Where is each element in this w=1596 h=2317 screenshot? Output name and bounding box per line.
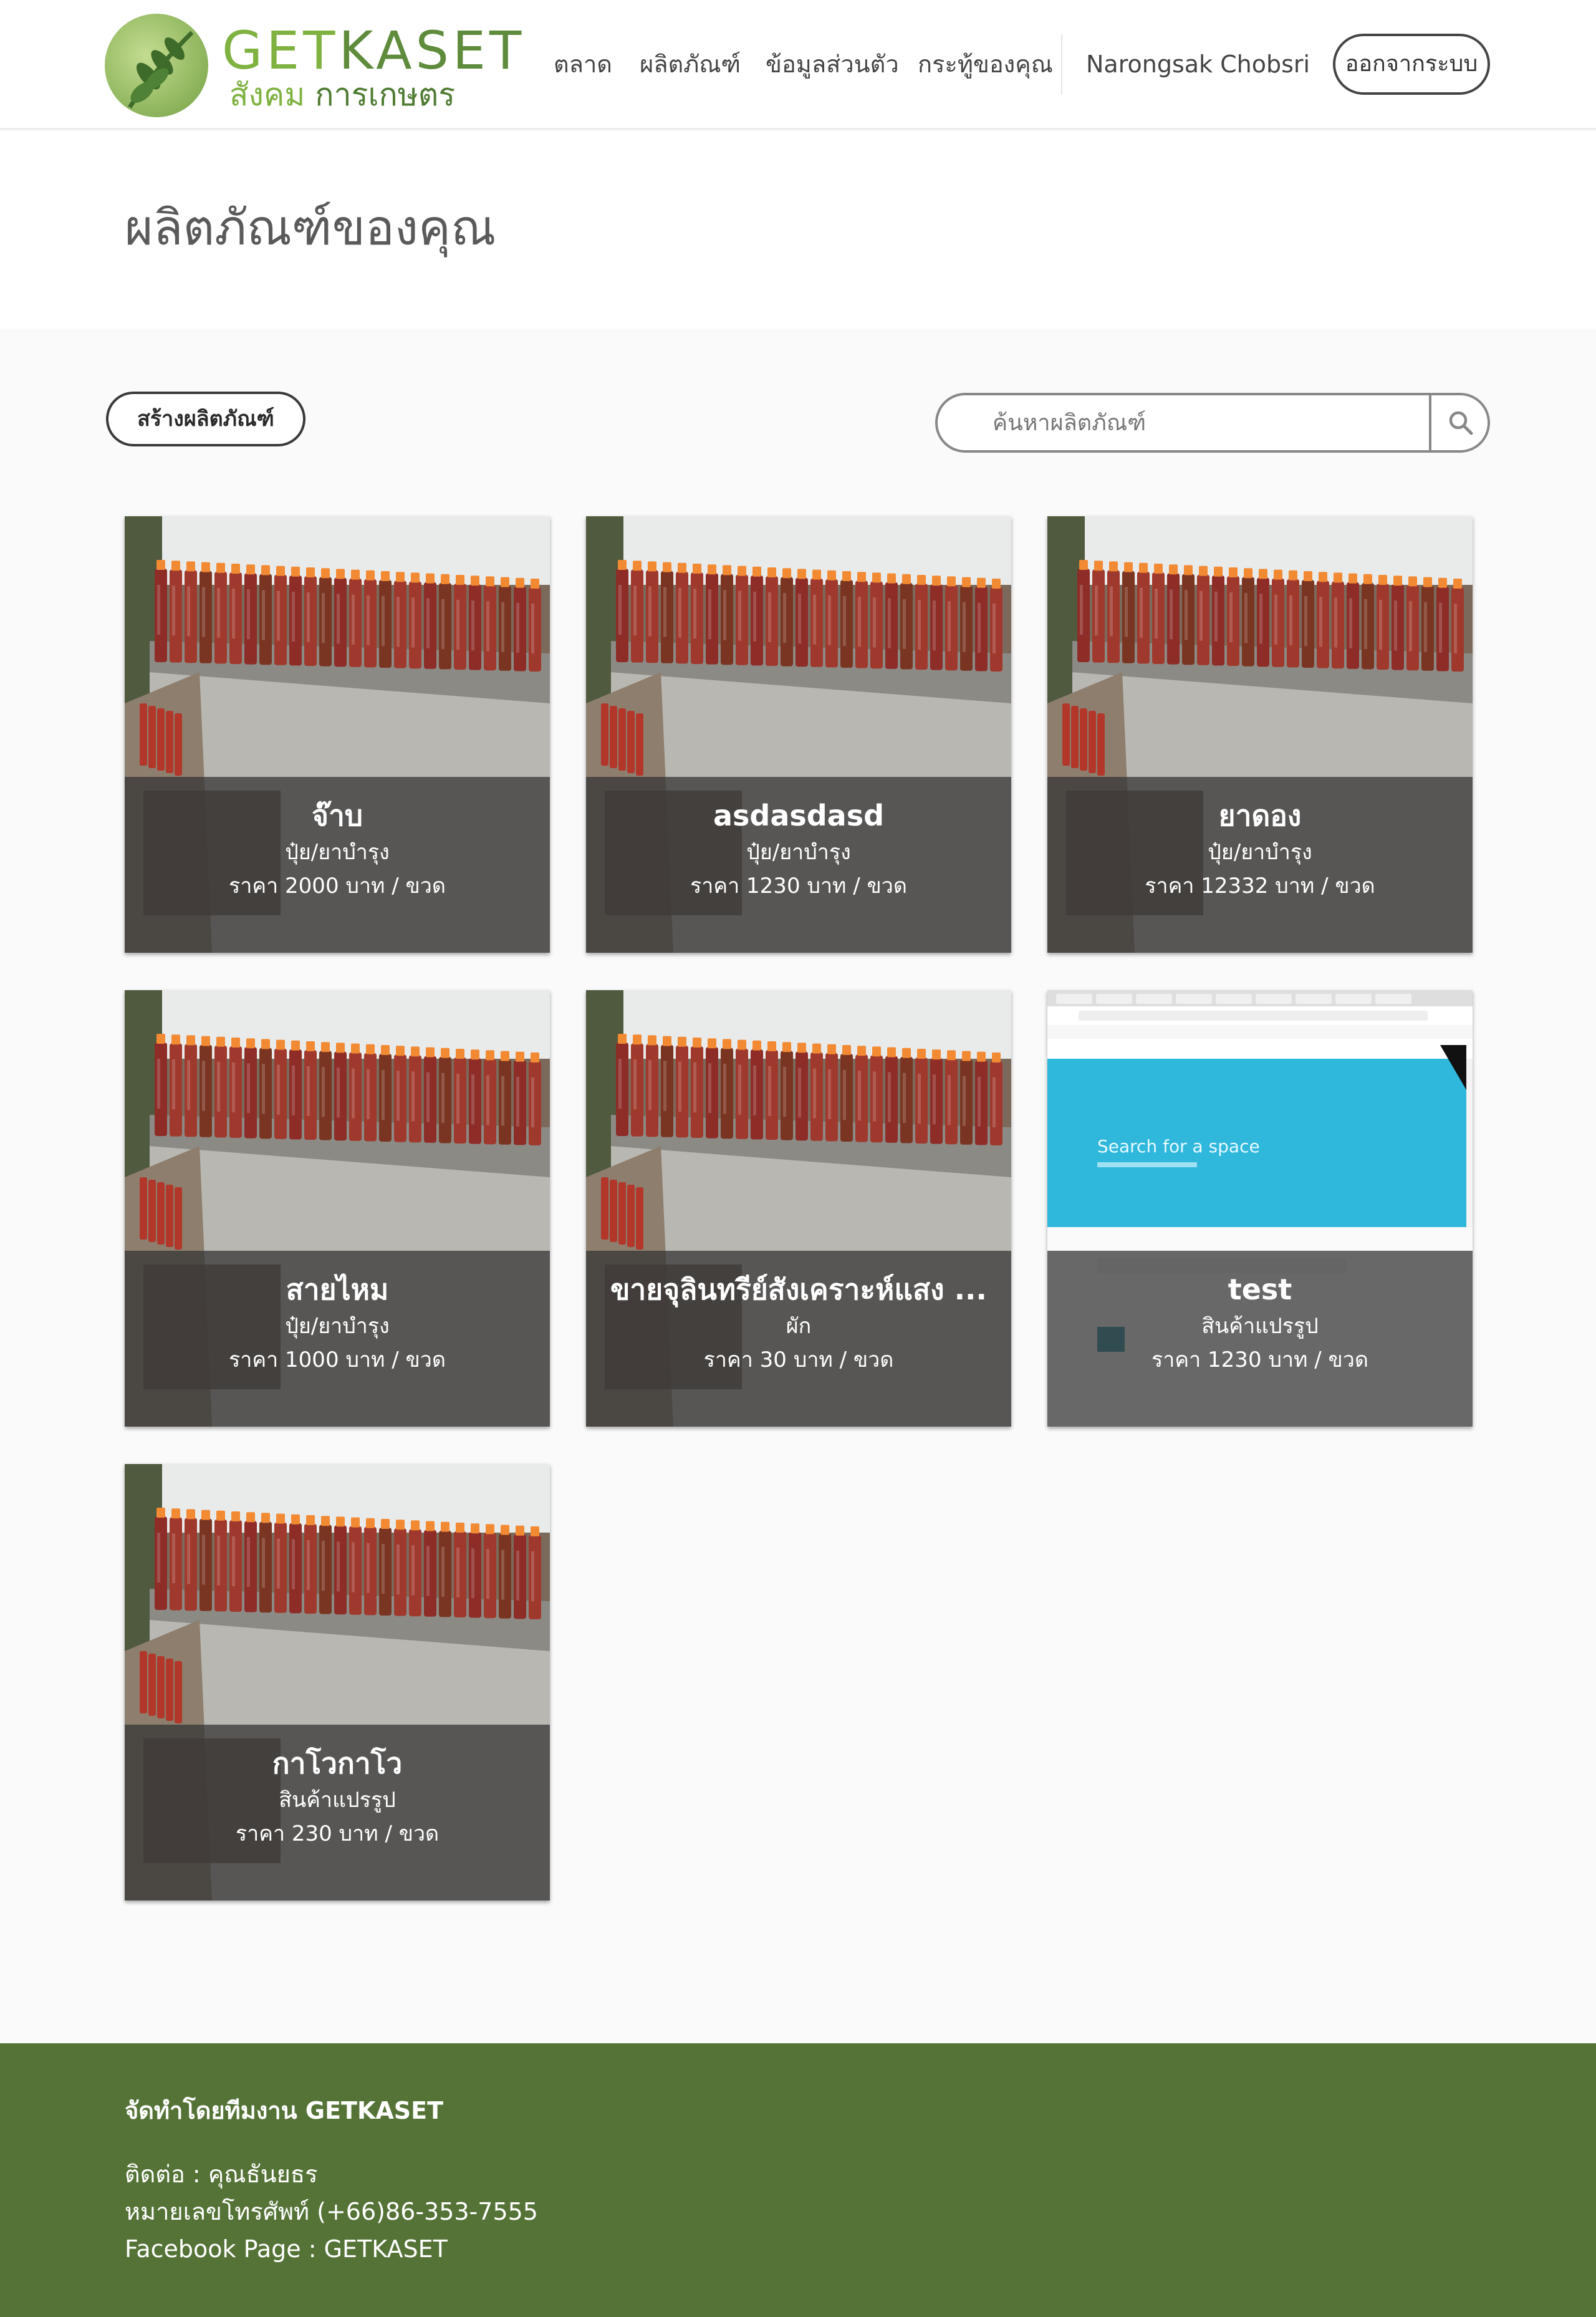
- product-price: ราคา 30 บาท / ขวด: [703, 1347, 894, 1372]
- logout-button[interactable]: ออกจากระบบ: [1333, 34, 1490, 95]
- product-category: ปุ๋ย/ยาบำรุง: [746, 840, 851, 865]
- product-card[interactable]: asdasdasd ปุ๋ย/ยาบำรุงราคา 1230 บาท / ขวด: [586, 516, 1011, 953]
- logo-subtitle-part1: สังคม: [229, 77, 315, 113]
- create-product-button[interactable]: สร้างผลิตภัณฑ์: [106, 392, 305, 446]
- product-card[interactable]: กาโวกาโวสินค้าแปรรูปราคา 230 บาท / ขวด: [125, 1464, 550, 1900]
- user-name-link[interactable]: Narongsak Chobsri: [1086, 42, 1310, 86]
- search-icon: [1449, 411, 1473, 435]
- product-card[interactable]: Search for a space test สินค้าแปรรูปราคา 1…: [1047, 990, 1473, 1427]
- product-price: ราคา 12332 บาท / ขวด: [1145, 874, 1375, 898]
- getkaset-logo[interactable]: GETKASET สังคม การเกษตร: [105, 14, 521, 117]
- logo-title: GETKASET: [222, 22, 525, 79]
- footer-facebook-link[interactable]: Facebook Page : GETKASET: [125, 2232, 448, 2266]
- product-category: ปุ๋ย/ยาบำรุง: [285, 1314, 390, 1339]
- product-name: กาโวกาโว: [272, 1746, 403, 1780]
- product-name: ยาดอง: [1218, 799, 1302, 832]
- product-card[interactable]: ขายจุลินทรีย์สังเคราะห์แสง ... ผักราคา 30…: [586, 990, 1011, 1427]
- page-title: ผลิตภัณฑ์ของคุณ: [125, 200, 496, 256]
- product-name: จ๊าบ: [312, 799, 363, 832]
- product-price: ราคา 230 บาท / ขวด: [235, 1821, 440, 1846]
- product-card[interactable]: จ๊าบปุ๋ย/ยาบำรุงราคา 2000 บาท / ขวด: [125, 516, 550, 953]
- product-price: ราคา 1230 บาท / ขวด: [1151, 1347, 1368, 1372]
- search-input[interactable]: [938, 395, 1430, 450]
- leaf-logo-icon: [105, 14, 208, 117]
- footer-title: จัดทำโดยทีมงาน GETKASET: [125, 2097, 444, 2124]
- product-card[interactable]: ยาดองปุ๋ย/ยาบำรุงราคา 12332 บาท / ขวด: [1047, 516, 1473, 953]
- product-category: ผัก: [786, 1314, 812, 1339]
- product-category: สินค้าแปรรูป: [1201, 1314, 1319, 1339]
- site-footer: จัดทำโดยทีมงาน GETKASET ติดต่อ : คุณธันย…: [0, 2043, 1596, 2317]
- product-price: ราคา 1000 บาท / ขวด: [229, 1347, 446, 1372]
- nav-products[interactable]: ผลิตภัณฑ์: [640, 42, 741, 86]
- logo-title-kaset: KASET: [339, 20, 526, 81]
- title-band: ผลิตภัณฑ์ของคุณ: [0, 132, 1596, 329]
- product-price: ราคา 2000 บาท / ขวด: [229, 874, 446, 898]
- nav-my-threads[interactable]: กระทู้ของคุณ: [918, 42, 1053, 86]
- footer-phone: หมายเลขโทรศัพท์ (+66)86-353-7555: [125, 2198, 538, 2225]
- product-name: asdasdasd: [713, 799, 885, 832]
- footer-contact: ติดต่อ : คุณธันยธร: [125, 2160, 318, 2188]
- product-name: ขายจุลินทรีย์สังเคราะห์แสง ...: [610, 1273, 988, 1306]
- product-name: test: [1228, 1273, 1292, 1306]
- product-name: สายไหม: [286, 1273, 389, 1306]
- product-category: สินค้าแปรรูป: [279, 1788, 396, 1813]
- logo-subtitle: สังคม การเกษตร: [229, 76, 455, 113]
- nav-divider: [1061, 35, 1062, 95]
- product-card[interactable]: สายไหมปุ๋ย/ยาบำรุงราคา 1000 บาท / ขวด: [125, 990, 550, 1427]
- nav-market[interactable]: ตลาด: [554, 42, 612, 86]
- logo-title-get: GET: [222, 20, 339, 81]
- product-category: ปุ๋ย/ยาบำรุง: [285, 840, 390, 865]
- logo-subtitle-part2: การเกษตร: [315, 77, 456, 113]
- product-price: ราคา 1230 บาท / ขวด: [690, 874, 907, 898]
- site-header: GETKASET สังคม การเกษตร ตลาด ผลิตภัณฑ์ ข…: [0, 0, 1596, 130]
- search-button[interactable]: [1429, 395, 1488, 450]
- svg-text:Search for a space: Search for a space: [1097, 1136, 1260, 1157]
- nav-profile[interactable]: ข้อมูลส่วนตัว: [766, 42, 899, 86]
- product-category: ปุ๋ย/ยาบำรุง: [1208, 840, 1312, 865]
- product-search: [935, 393, 1490, 453]
